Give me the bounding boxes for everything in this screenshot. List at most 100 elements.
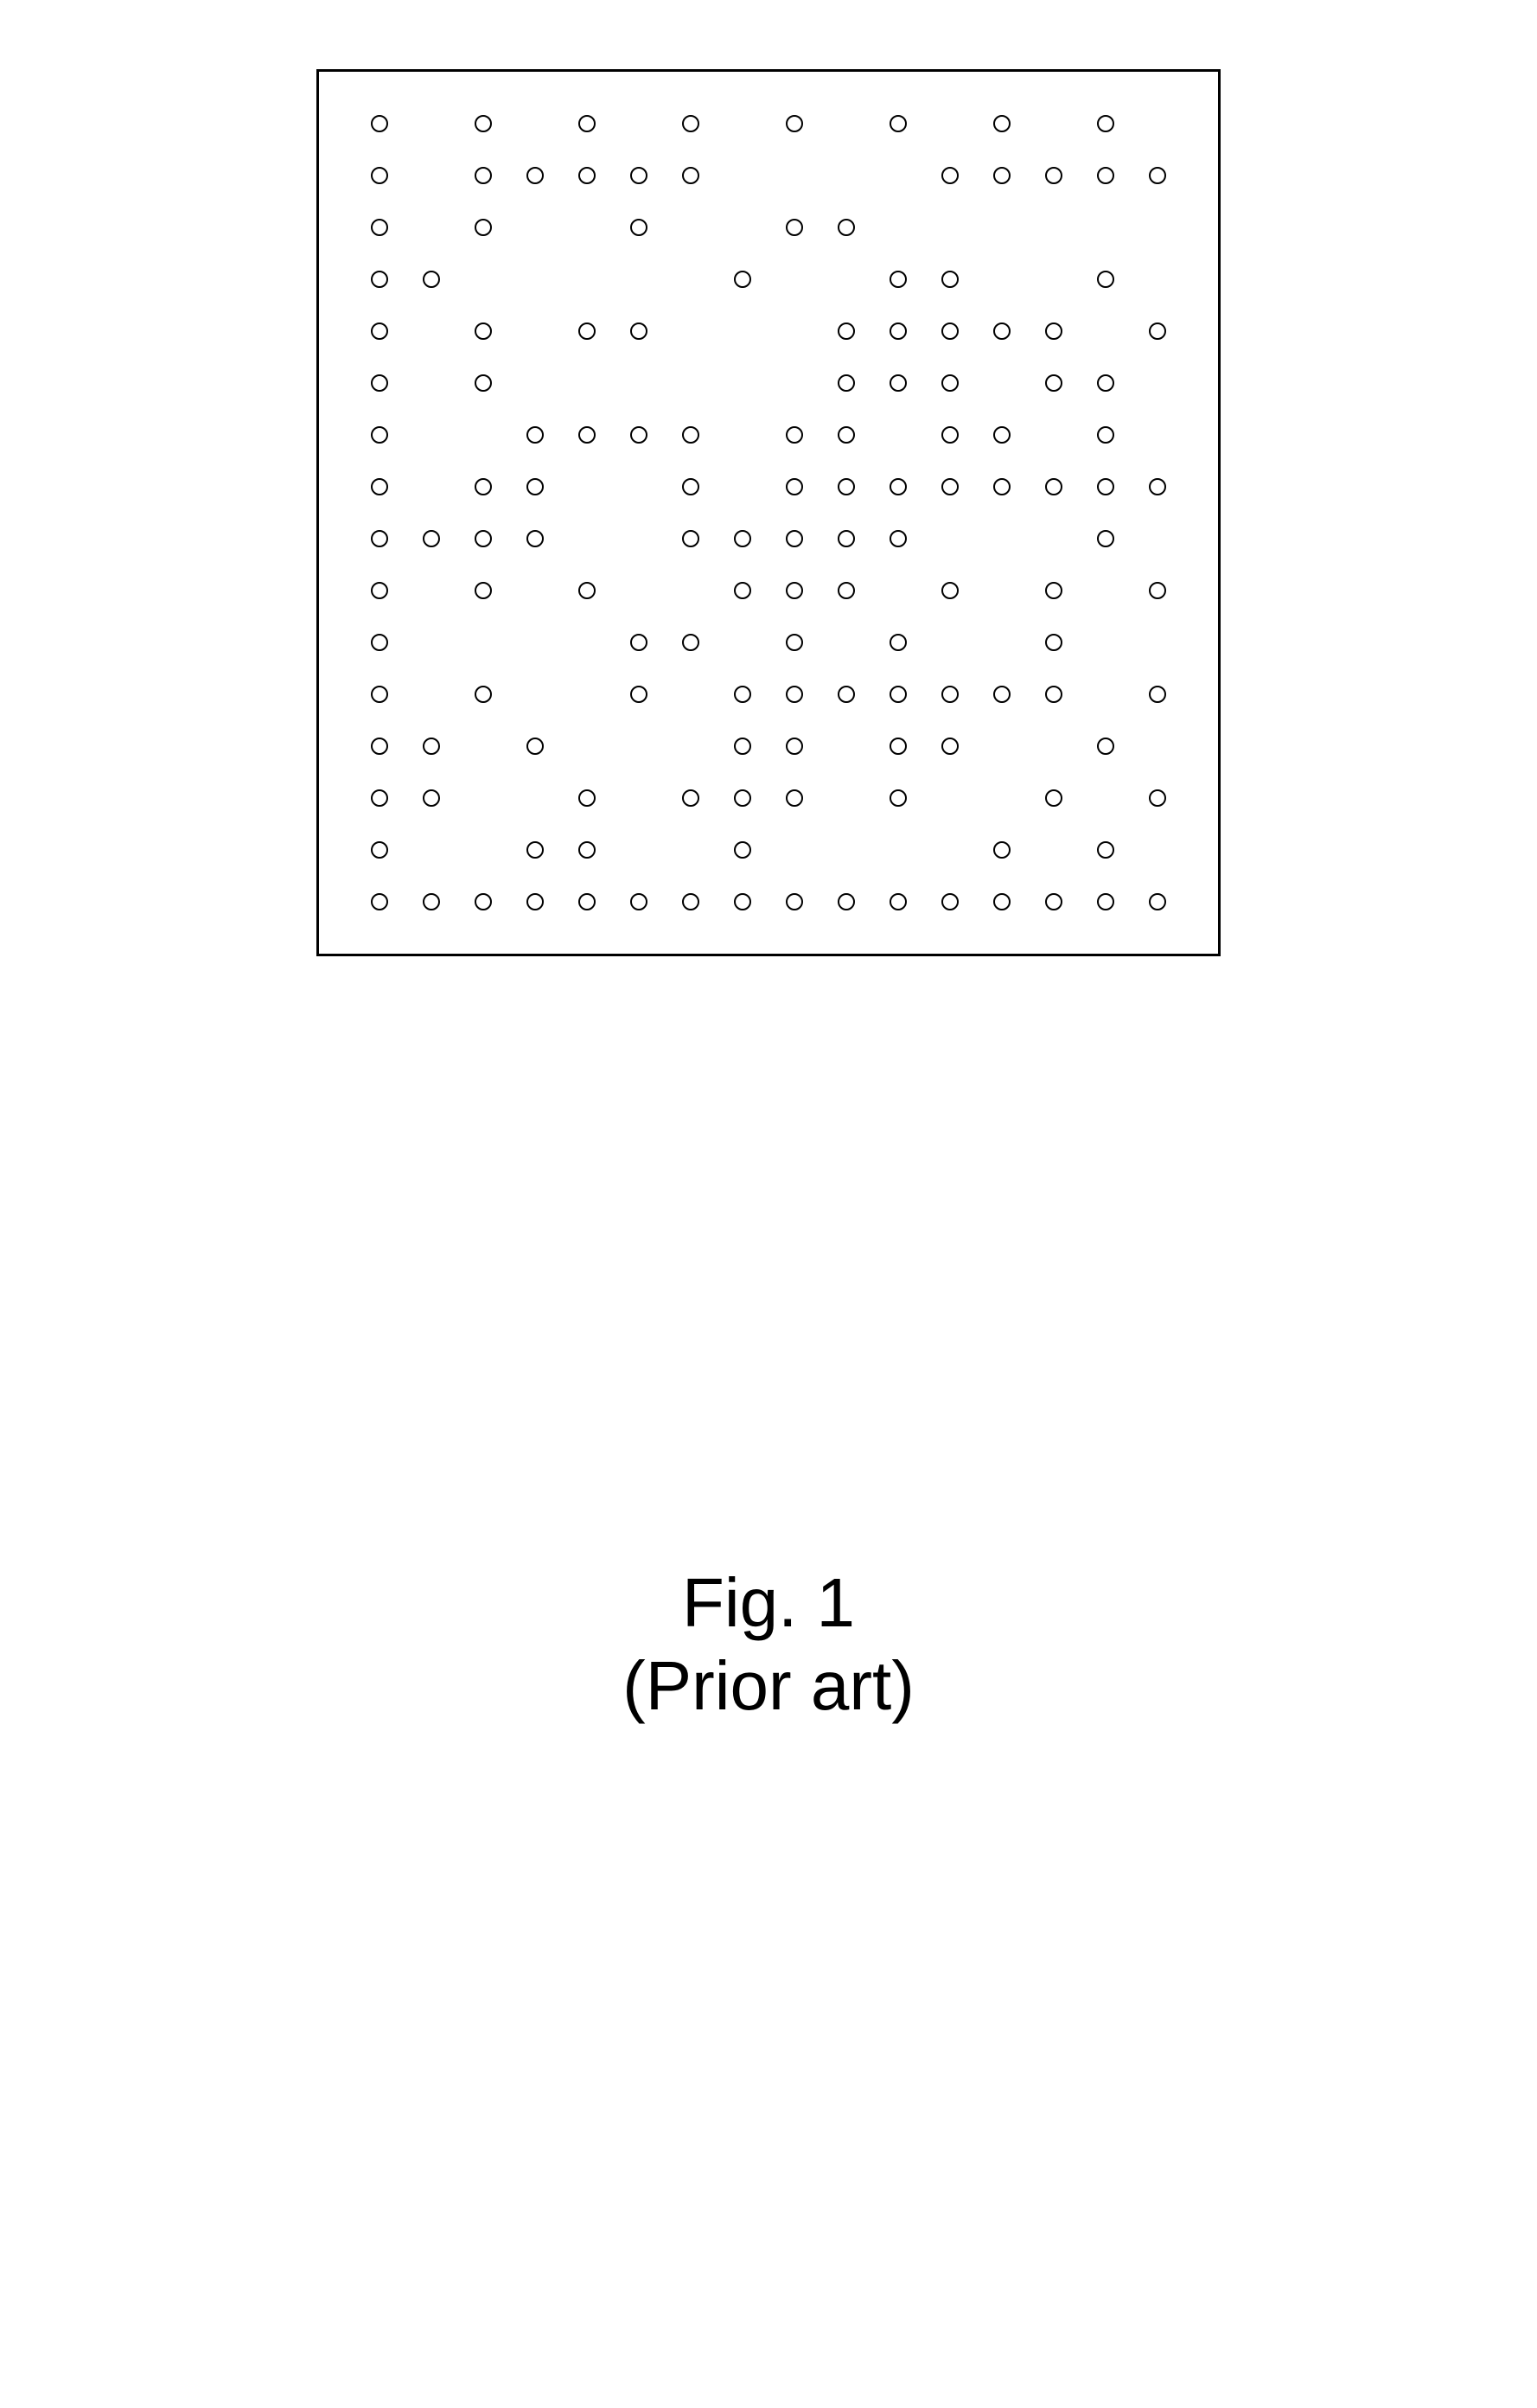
circle-marker — [578, 323, 596, 340]
grid-cell — [561, 772, 613, 824]
grid-cell — [457, 565, 509, 616]
grid-cell — [717, 98, 768, 150]
grid-cell — [924, 305, 976, 357]
circle-marker — [838, 582, 855, 599]
grid-cell — [872, 201, 924, 253]
grid-cell — [509, 720, 561, 772]
circle-marker — [1149, 893, 1166, 910]
grid-cell — [509, 357, 561, 409]
grid-cell — [768, 616, 820, 668]
grid-cell — [405, 876, 457, 928]
grid-cell — [717, 824, 768, 876]
circle-marker — [1149, 582, 1166, 599]
caption-line-2: (Prior art) — [622, 1645, 915, 1728]
grid-cell — [665, 565, 717, 616]
grid-cell — [717, 305, 768, 357]
grid-cell — [768, 565, 820, 616]
circle-marker — [941, 582, 959, 599]
grid-cell — [613, 98, 665, 150]
circle-marker — [475, 115, 492, 132]
grid-cell — [457, 305, 509, 357]
grid-cell — [768, 461, 820, 513]
grid-cell — [354, 876, 405, 928]
grid-cell — [354, 305, 405, 357]
grid-cell — [1080, 616, 1132, 668]
grid-cell — [820, 720, 872, 772]
circle-marker — [1045, 893, 1062, 910]
grid-cell — [354, 98, 405, 150]
grid-cell — [613, 150, 665, 201]
grid-cell — [561, 824, 613, 876]
circle-marker — [786, 893, 803, 910]
grid-cell — [976, 357, 1028, 409]
grid-cell — [509, 876, 561, 928]
grid-cell — [613, 824, 665, 876]
grid-cell — [457, 668, 509, 720]
grid-cell — [976, 253, 1028, 305]
grid-cell — [613, 513, 665, 565]
grid-cell — [665, 461, 717, 513]
dot-grid-box — [316, 69, 1221, 956]
circle-marker — [890, 478, 907, 495]
grid-cell — [665, 253, 717, 305]
circle-marker — [941, 478, 959, 495]
grid-cell — [457, 357, 509, 409]
circle-marker — [838, 893, 855, 910]
grid-cell — [354, 720, 405, 772]
grid-cell — [613, 461, 665, 513]
circle-marker — [1097, 841, 1114, 859]
grid-cell — [1080, 824, 1132, 876]
grid-cell — [872, 461, 924, 513]
grid-cell — [1028, 616, 1080, 668]
grid-cell — [924, 772, 976, 824]
grid-cell — [820, 201, 872, 253]
circle-marker — [786, 789, 803, 807]
grid-cell — [768, 305, 820, 357]
grid-cell — [924, 668, 976, 720]
grid-cell — [768, 409, 820, 461]
grid-cell — [457, 616, 509, 668]
circle-marker — [838, 374, 855, 392]
circle-marker — [786, 530, 803, 547]
grid-cell — [1080, 305, 1132, 357]
circle-marker — [838, 426, 855, 444]
circle-marker — [630, 893, 647, 910]
grid-cell — [1132, 616, 1183, 668]
grid-cell — [561, 201, 613, 253]
circle-marker — [890, 530, 907, 547]
grid-cell — [509, 824, 561, 876]
grid-cell — [872, 253, 924, 305]
grid-cell — [613, 720, 665, 772]
circle-marker — [371, 115, 388, 132]
circle-marker — [1045, 582, 1062, 599]
circle-marker — [630, 167, 647, 184]
grid-cell — [1132, 150, 1183, 201]
grid-cell — [1080, 253, 1132, 305]
circle-marker — [890, 789, 907, 807]
circle-marker — [630, 323, 647, 340]
grid-cell — [768, 513, 820, 565]
circle-marker — [423, 893, 440, 910]
grid-cell — [613, 668, 665, 720]
grid-cell — [872, 668, 924, 720]
grid-cell — [405, 305, 457, 357]
circle-marker — [786, 478, 803, 495]
grid-cell — [613, 876, 665, 928]
circle-marker — [890, 115, 907, 132]
grid-cell — [1132, 409, 1183, 461]
grid-cell — [717, 461, 768, 513]
grid-cell — [354, 253, 405, 305]
grid-cell — [1028, 201, 1080, 253]
circle-marker — [890, 634, 907, 651]
grid-cell — [1132, 201, 1183, 253]
grid-cell — [820, 668, 872, 720]
circle-marker — [423, 738, 440, 755]
grid-cell — [561, 253, 613, 305]
circle-marker — [941, 271, 959, 288]
circle-marker — [941, 686, 959, 703]
circle-marker — [941, 738, 959, 755]
grid-cell — [1028, 150, 1080, 201]
grid-cell — [613, 305, 665, 357]
grid-cell — [1080, 772, 1132, 824]
circle-marker — [941, 323, 959, 340]
